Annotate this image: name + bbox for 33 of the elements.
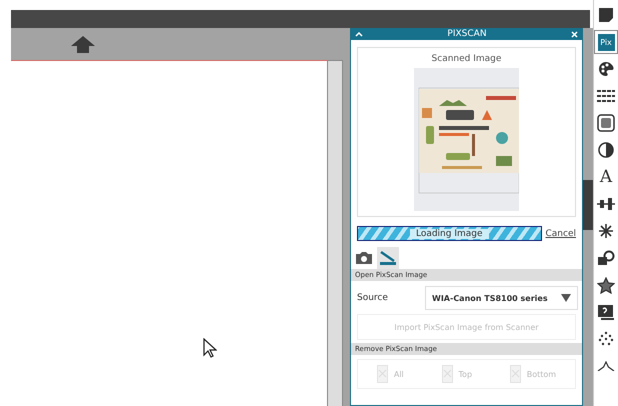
cancel-link[interactable]: Cancel (546, 228, 576, 238)
cursor-icon (203, 338, 217, 358)
contrast-icon (598, 142, 614, 158)
lines-icon (597, 89, 615, 103)
star-outline-icon (597, 361, 615, 371)
align-icon (597, 196, 615, 212)
collapse-icon[interactable] (355, 32, 363, 36)
dropdown-arrow-icon (561, 294, 571, 302)
scroll-thumb[interactable] (583, 180, 593, 230)
frame-tool[interactable] (595, 112, 617, 134)
source-dropdown[interactable]: WIA-Canon TS8100 series (425, 286, 578, 310)
palette-icon (598, 61, 614, 77)
frame-icon (597, 114, 615, 132)
upload-arrow-icon[interactable] (71, 36, 95, 52)
delete-icon (442, 365, 453, 383)
source-label: Source (357, 293, 389, 303)
camera-icon (355, 251, 373, 265)
page-icon (598, 7, 614, 23)
scanner-tab[interactable] (377, 247, 399, 269)
scrollbar[interactable] (583, 28, 593, 406)
sparkle-icon (598, 223, 614, 239)
card-heading: Scanned Image (432, 54, 502, 64)
trace-icon (597, 304, 615, 320)
text-tool-label: A (600, 167, 612, 187)
dots-icon (598, 331, 614, 347)
panel-title: PIXSCAN (447, 29, 487, 39)
star-icon (597, 276, 615, 294)
delete-icon (376, 365, 388, 383)
shapes-icon (597, 250, 615, 266)
loading-label: Loading Image (410, 228, 489, 238)
delete-icon (510, 365, 521, 383)
close-icon[interactable] (570, 30, 578, 38)
scanner-icon (379, 250, 397, 266)
